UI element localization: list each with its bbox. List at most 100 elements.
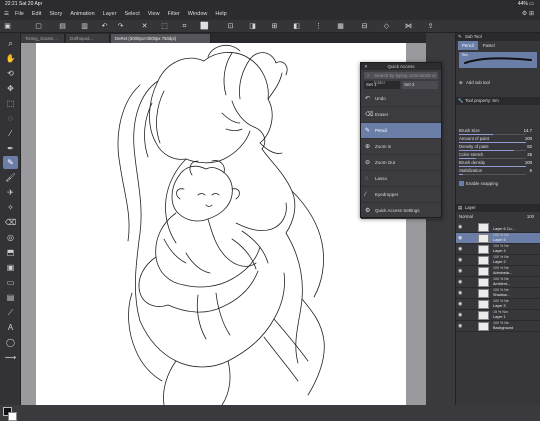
eye-icon[interactable]: ◉ [458, 301, 462, 307]
tab-document-1[interactable]: Toning_Garam... [21, 34, 65, 43]
property-amount-of-paint[interactable]: Amount of paint 100 [456, 135, 540, 143]
select-tool-icon[interactable]: ⬚ [3, 97, 18, 110]
balloon-tool-icon[interactable]: ◯ [3, 336, 18, 349]
app-icon[interactable]: ▣ [3, 22, 12, 31]
quick-access-item-pencil[interactable]: ✎ Pencil [361, 123, 441, 139]
gradient-tool-icon[interactable]: ▣ [3, 261, 18, 274]
invert-icon[interactable]: ◨ [248, 22, 257, 31]
tab-document-active[interactable]: DeRet (3000px×3000px 750dpi) [111, 34, 211, 43]
quick-access-item-eraser[interactable]: ⌫ Eraser [361, 107, 441, 123]
quick-access-item-settings[interactable]: ⚙ Quick Access Settings [361, 203, 441, 219]
menu-item-file[interactable]: File [15, 9, 24, 20]
decoration-tool-icon[interactable]: ✧ [3, 201, 18, 214]
special-ruler-icon[interactable]: ⋈ [404, 22, 413, 31]
settings-icon[interactable]: ⚙ ⊞ [522, 9, 534, 20]
move-tool-icon[interactable]: ✥ [3, 82, 18, 95]
menu-item-animation[interactable]: Animation [70, 9, 94, 20]
menu-item-filter[interactable]: Filter [168, 9, 180, 20]
quick-access-item-lasso[interactable]: ◌ Lasso [361, 171, 441, 187]
select-all-icon[interactable]: ⬜ [200, 22, 209, 31]
frame-tool-icon[interactable]: ▤ [3, 291, 18, 304]
tab-document-2[interactable]: Dollhoped... [66, 34, 110, 43]
menu-item-layer[interactable]: Layer [103, 9, 117, 20]
menu-item-window[interactable]: Window [188, 9, 208, 20]
rotate-tool-icon[interactable]: ⟲ [3, 67, 18, 80]
eye-icon[interactable]: ◉ [458, 268, 462, 274]
menu-item-story[interactable]: Story [49, 9, 62, 20]
quick-access-item-undo[interactable]: ↶ Undo [361, 91, 441, 107]
eye-icon[interactable]: ◉ [458, 224, 462, 230]
layer-row[interactable]: ◉ 100 % Ne Adminsta... [456, 266, 540, 277]
set-2-tab[interactable]: Set 2 [402, 81, 438, 89]
eraser-tool-icon[interactable]: ⌫ [3, 216, 18, 229]
close-icon[interactable]: ✕ [364, 63, 368, 70]
fill-tool-icon[interactable]: ⬒ [3, 246, 18, 259]
property-brush-density[interactable]: Brush density 100 [456, 159, 540, 167]
blend-tool-icon[interactable]: ◎ [3, 231, 18, 244]
lasso-tool-icon[interactable]: ◌ [3, 112, 18, 125]
drawing-canvas[interactable] [36, 43, 406, 405]
eye-icon[interactable]: ◉ [458, 246, 462, 252]
snap-icon[interactable]: ⋮ [314, 22, 323, 31]
property-density-of-paint[interactable]: Density of paint 82 [456, 143, 540, 151]
menu-item-view[interactable]: View [148, 9, 160, 20]
quick-access-item-eyedropper[interactable]: ⁄ Eyedropper [361, 187, 441, 203]
property-stabilization[interactable]: Stabilization 6 [456, 167, 540, 175]
quick-access-item-zoom-out[interactable]: ⊖ Zoom Out [361, 155, 441, 171]
layer-row[interactable]: ◉ 100 % Ne Layer 2 [456, 255, 540, 266]
fill-icon[interactable]: ◧ [292, 22, 301, 31]
grid-icon[interactable]: ▦ [336, 22, 345, 31]
menu-item-help[interactable]: Help [215, 9, 226, 20]
ruler-tool-icon[interactable]: ⟋ [3, 306, 18, 319]
layer-row[interactable]: ◉ 15 % Nor Layer 1 [456, 310, 540, 321]
property-color-stretch[interactable]: Color stretch 25 [456, 151, 540, 159]
layer-row[interactable]: ◉ 100 % Ne Ambient... [456, 277, 540, 288]
tab-pastel[interactable]: Pastel [479, 41, 499, 50]
zoom-tool-icon[interactable]: ⌕ [3, 37, 18, 50]
quick-access-search[interactable]: ⌕ Search by typing commands or folder [364, 72, 438, 85]
eye-icon[interactable]: ◉ [458, 312, 462, 318]
brush-preview[interactable]: Sm [459, 52, 537, 68]
layer-row[interactable]: ◉ Layer 6 Co... [456, 222, 540, 233]
layer-opacity-value[interactable]: 100 [527, 214, 534, 219]
perspective-icon[interactable]: ◇ [382, 22, 391, 31]
share-icon[interactable]: ⇪ [426, 22, 435, 31]
hamburger-icon[interactable]: ☰ [4, 9, 13, 20]
eye-icon[interactable]: ◉ [458, 323, 462, 329]
figure-tool-icon[interactable]: ▭ [3, 276, 18, 289]
menu-item-edit[interactable]: Edit [32, 9, 41, 20]
quick-access-item-zoom-in[interactable]: ⊕ Zoom in [361, 139, 441, 155]
eye-icon[interactable]: ◉ [458, 279, 462, 285]
clear-icon[interactable]: ✕ [140, 22, 149, 31]
hand-tool-icon[interactable]: ✋ [3, 52, 18, 65]
save-icon[interactable]: ▤ [58, 22, 67, 31]
sub-color-swatch[interactable] [8, 412, 17, 421]
ruler-icon[interactable]: ⊞ [270, 22, 279, 31]
eye-icon[interactable]: ◉ [458, 257, 462, 263]
brush-tool-icon[interactable]: 🖌 [3, 171, 18, 184]
layer-row[interactable]: ◉ 100 % Ne Layer 5 [456, 233, 540, 244]
layer-row[interactable]: ◉ 100 % Ne Layer 3 [456, 299, 540, 310]
text-tool-icon[interactable]: A [3, 321, 18, 334]
crop-icon[interactable]: ⌗ [180, 22, 189, 31]
undo-icon[interactable]: ↶ [100, 22, 109, 31]
airbrush-tool-icon[interactable]: ✈ [3, 186, 18, 199]
eyedropper-tool-icon[interactable]: ⁄ [3, 127, 18, 140]
open-icon[interactable]: ▥ [80, 22, 89, 31]
correct-line-tool-icon[interactable]: ⟿ [3, 351, 18, 364]
enable-snapping-checkbox[interactable]: Enable snapping [456, 179, 540, 188]
layer-row[interactable]: ◉ 100 % Ne Background [456, 321, 540, 332]
tab-pencil[interactable]: Pencil [458, 41, 478, 50]
eye-icon[interactable]: ◉ [458, 235, 462, 241]
ruler-snap-icon[interactable]: ⊟ [360, 22, 369, 31]
blend-mode-select[interactable]: Normal [459, 214, 473, 219]
new-icon[interactable]: ▢ [34, 22, 43, 31]
transform-icon[interactable]: ⬚ [160, 22, 169, 31]
layer-row[interactable]: ◉ 100 % Ne Shadow... [456, 288, 540, 299]
pen-tool-icon[interactable]: ✒ [3, 142, 18, 155]
property-slider[interactable] [459, 173, 526, 175]
deselect-icon[interactable]: ⊡ [226, 22, 235, 31]
menu-item-select[interactable]: Select [124, 9, 139, 20]
layer-row[interactable]: ◉ 100 % Ne Layer 4 [456, 244, 540, 255]
eye-icon[interactable]: ◉ [458, 290, 462, 296]
